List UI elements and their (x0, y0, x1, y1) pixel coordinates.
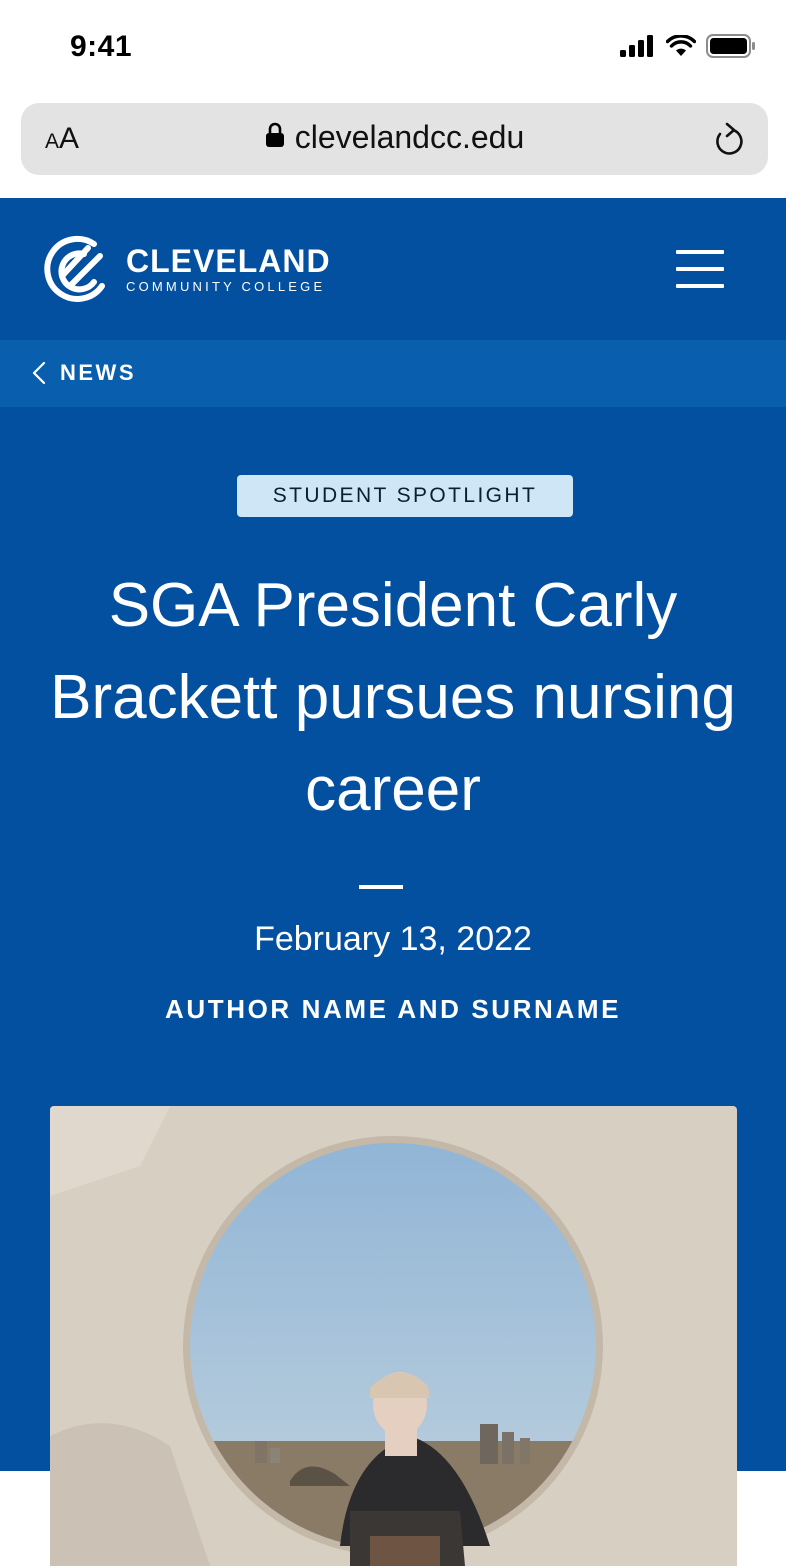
featured-image (50, 1106, 737, 1566)
back-to-news-link[interactable]: NEWS (32, 360, 136, 386)
battery-icon (706, 34, 755, 58)
url-display[interactable]: clevelandcc.edu (21, 119, 768, 156)
breadcrumb: NEWS (0, 340, 786, 407)
url-text: clevelandcc.edu (294, 119, 525, 155)
site-header: CLEVELAND COMMUNITY COLLEGE (0, 198, 786, 340)
college-logo[interactable]: CLEVELAND COMMUNITY COLLEGE (38, 234, 331, 306)
article-title: SGA President Carly Brackett pursues nur… (50, 571, 736, 824)
college-logo-mark (44, 235, 105, 302)
reload-icon[interactable] (712, 121, 748, 166)
hamburger-menu-icon[interactable] (676, 250, 724, 288)
status-bar: 9:41 (0, 0, 786, 96)
wifi-icon (666, 35, 696, 56)
lock-icon (265, 122, 285, 153)
chevron-left-icon (32, 361, 46, 385)
article-author: AUTHOR NAME AND SURNAME (164, 994, 622, 1024)
logo-subtitle: COMMUNITY COLLEGE (126, 279, 326, 294)
back-label: NEWS (60, 360, 136, 385)
category-badge[interactable]: STUDENT SPOTLIGHT (237, 475, 573, 517)
title-divider (359, 885, 403, 889)
address-bar[interactable]: AA clevelandcc.edu (21, 103, 768, 175)
article-date: February 13, 2022 (254, 920, 532, 958)
status-icons (620, 34, 756, 58)
logo-title: CLEVELAND (126, 243, 331, 279)
cellular-signal-icon (620, 35, 653, 57)
status-time: 9:41 (70, 30, 133, 63)
